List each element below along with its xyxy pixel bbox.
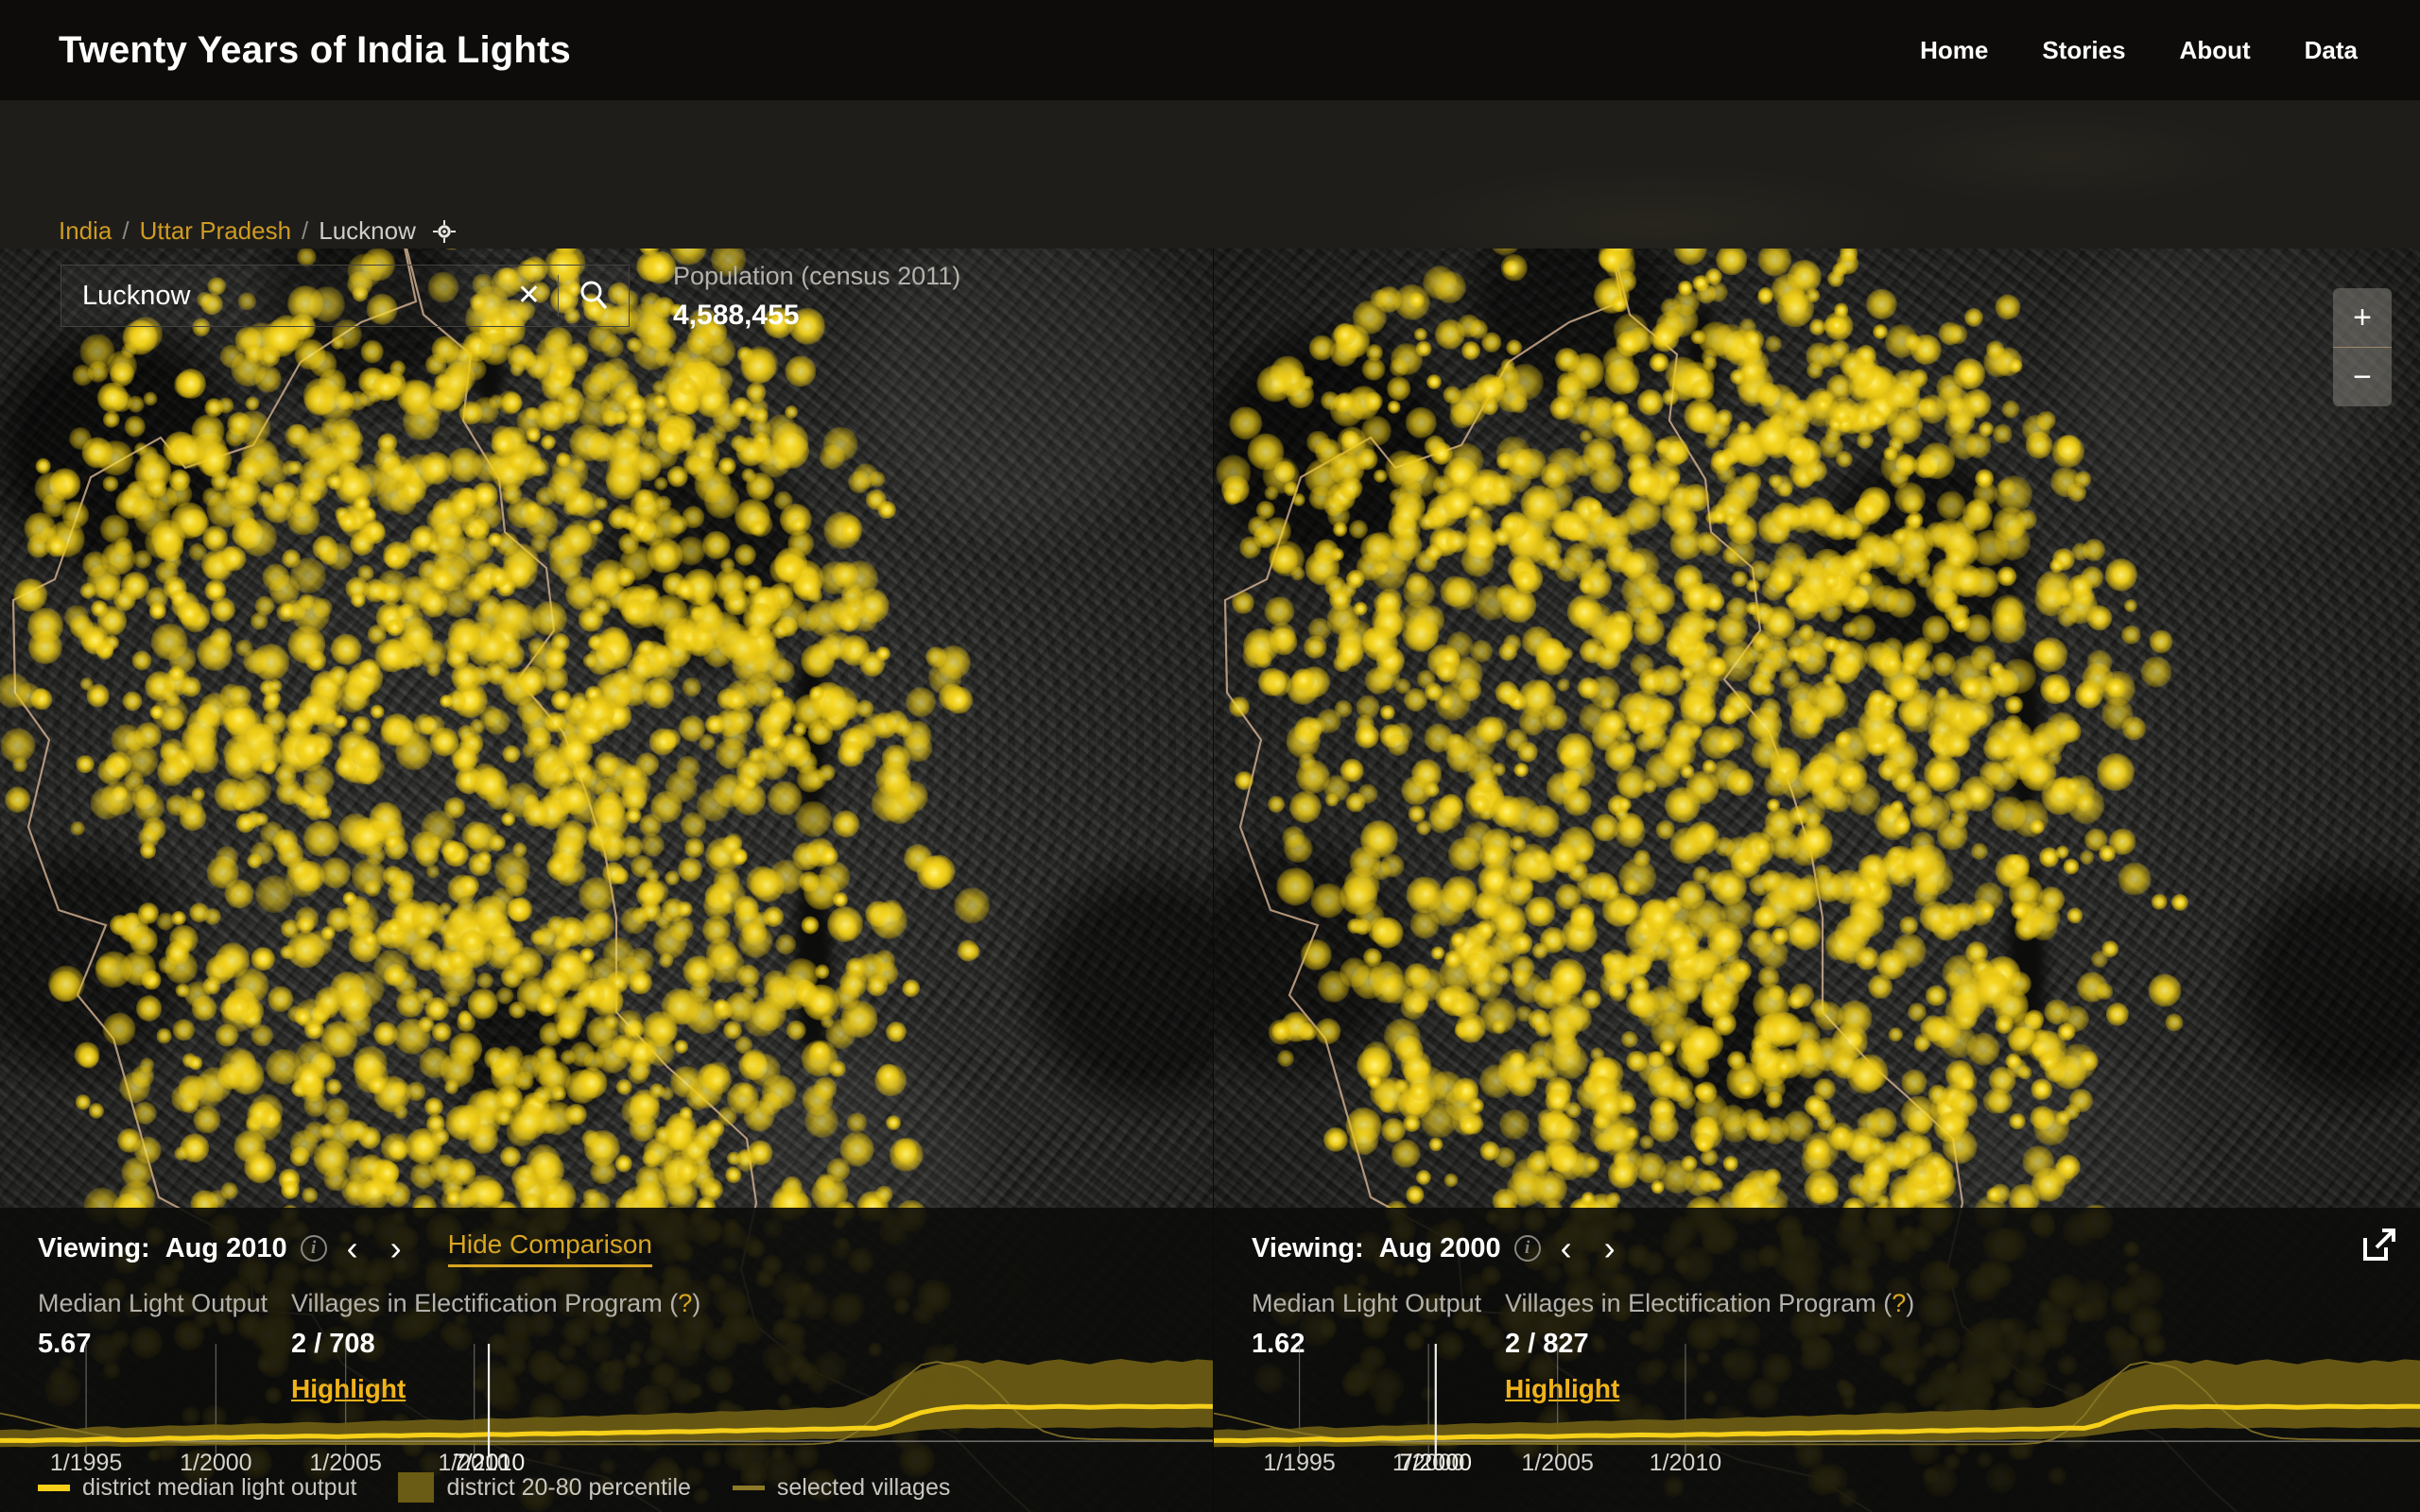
viewing-date-left: Aug 2010: [164, 1232, 287, 1263]
timeline-tick-label: 1/2010: [1649, 1450, 1722, 1476]
viewing-label-right: Viewing:: [1252, 1232, 1364, 1263]
magnifier-icon: [577, 278, 611, 315]
legend-label-median: district median light output: [82, 1473, 357, 1501]
viewing-label-left: Viewing:: [38, 1232, 150, 1263]
expand-button[interactable]: [2361, 1227, 2397, 1265]
next-month-button-left[interactable]: ›: [378, 1231, 414, 1265]
villages-label-left: Villages in Electification Program (?): [291, 1289, 701, 1317]
nav-item-about[interactable]: About: [2180, 36, 2251, 65]
breadcrumb-separator: /: [122, 216, 130, 245]
timeline-chart-right[interactable]: [1214, 1344, 2420, 1457]
chart-legend: district median light output district 20…: [38, 1472, 950, 1503]
nav-item-home[interactable]: Home: [1920, 36, 1988, 65]
search-input[interactable]: [61, 266, 500, 326]
panel-left: Viewing: Aug 2010 i ‹ › Hide Comparison …: [0, 1208, 1213, 1512]
population-value: 4,588,455: [673, 300, 800, 331]
viewing-row-left: Viewing: Aug 2010 i ‹ › Hide Comparison: [38, 1228, 1186, 1268]
breadcrumb: India / Uttar Pradesh / Lucknow: [59, 216, 457, 246]
terrain-dark-patch: [1686, 305, 1719, 409]
villages-help-icon[interactable]: ?: [678, 1289, 692, 1317]
legend-item-percentile: district 20-80 percentile: [398, 1472, 691, 1503]
prev-month-button-right[interactable]: ‹: [1548, 1231, 1584, 1265]
search-box: ✕: [60, 265, 630, 327]
map-comparison-area: + − Viewing: Aug 2010 i ‹ › Hide Compari…: [0, 249, 2420, 1512]
viewing-date-right: Aug 2000: [1378, 1232, 1501, 1263]
zoom-out-button[interactable]: −: [2333, 348, 2392, 406]
terrain-dark-patch: [2008, 645, 2042, 825]
population-block: Population (census 2011) 4,588,455: [673, 262, 960, 332]
timeline-tick-label: 1/2005: [1521, 1450, 1594, 1476]
page-title: Twenty Years of India Lights: [59, 29, 572, 71]
legend-swatch-line-icon: [38, 1484, 70, 1491]
breadcrumb-separator: /: [302, 216, 309, 245]
info-icon[interactable]: i: [1513, 1235, 1541, 1262]
panel-right: Viewing: Aug 2000 i ‹ › Median Light Out…: [1214, 1208, 2420, 1512]
nav-item-stories[interactable]: Stories: [2042, 36, 2125, 65]
breadcrumb-item-uttar-pradesh[interactable]: Uttar Pradesh: [140, 216, 291, 246]
search-band: India / Uttar Pradesh / Lucknow ✕: [0, 101, 2420, 331]
villages-label-text-right: Villages in Electification Program: [1505, 1289, 1876, 1317]
main-nav: Home Stories About Data: [1920, 36, 2358, 65]
legend-item-selected-villages: selected villages: [732, 1473, 951, 1502]
terrain-dark-patch: [2008, 863, 2046, 1061]
external-link-icon: [2361, 1228, 2397, 1265]
toggle-comparison-link[interactable]: Hide Comparison: [447, 1229, 652, 1267]
legend-label-selected-villages: selected villages: [776, 1473, 951, 1501]
villages-label-text-left: Villages in Electification Program: [291, 1289, 663, 1317]
median-label-left: Median Light Output: [38, 1289, 268, 1317]
breadcrumb-item-india[interactable]: India: [59, 216, 112, 246]
nav-item-data[interactable]: Data: [2305, 36, 2358, 65]
app-root: Twenty Years of India Lights Home Storie…: [0, 0, 2420, 1512]
info-icon[interactable]: i: [300, 1235, 327, 1262]
search-submit-button[interactable]: [559, 266, 629, 326]
median-label-right: Median Light Output: [1252, 1289, 1482, 1317]
map-zoom-controls: + −: [2333, 288, 2392, 406]
timeline-chart-left[interactable]: [0, 1344, 1213, 1457]
legend-item-median: district median light output: [38, 1474, 356, 1502]
legend-label-percentile: district 20-80 percentile: [446, 1473, 691, 1501]
breadcrumb-item-lucknow: Lucknow: [319, 216, 416, 245]
legend-swatch-muted-line-icon: [732, 1485, 765, 1490]
prev-month-button-left[interactable]: ‹: [335, 1231, 371, 1265]
timeline-tick-labels-right: 1/1995 1/2000 1/2005 1/2010 7/2000: [1214, 1450, 2420, 1478]
timeline-marker-label: 7/2000: [1399, 1450, 1473, 1476]
villages-help-icon[interactable]: ?: [1892, 1289, 1906, 1317]
clear-search-button[interactable]: ✕: [500, 282, 558, 310]
legend-swatch-box-icon: [398, 1472, 435, 1503]
next-month-button-right[interactable]: ›: [1592, 1231, 1628, 1265]
population-label: Population (census 2011): [673, 262, 961, 290]
crosshair-icon[interactable]: [432, 219, 457, 244]
terrain-dark-patch: [794, 645, 828, 825]
villages-label-right: Villages in Electification Program (?): [1505, 1289, 1915, 1317]
viewing-row-right: Viewing: Aug 2000 i ‹ ›: [1252, 1228, 2394, 1268]
zoom-in-button[interactable]: +: [2333, 288, 2392, 347]
site-header: Twenty Years of India Lights Home Storie…: [0, 0, 2420, 101]
terrain-dark-patch: [794, 863, 832, 1061]
timeline-tick-label: 1/1995: [1263, 1450, 1336, 1476]
